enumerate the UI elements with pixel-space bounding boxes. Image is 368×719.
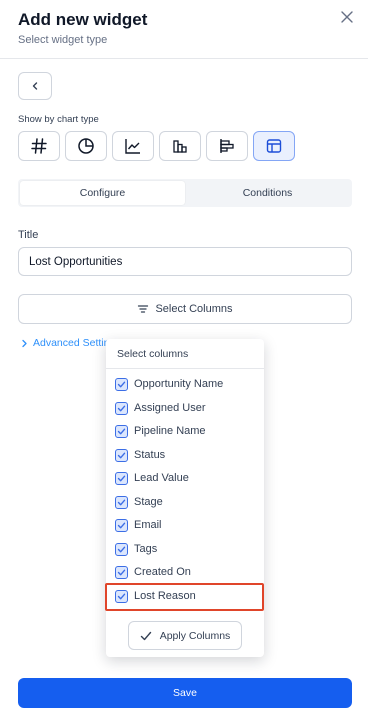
column-option-tags[interactable]: Tags [115, 539, 157, 559]
filter-lines-icon [138, 305, 149, 313]
column-option-pipeline-name[interactable]: Pipeline Name [115, 421, 206, 441]
chart-type-pie-button[interactable] [65, 131, 107, 161]
hash-icon [31, 138, 47, 154]
modal-header: Add new widget Select widget type [0, 0, 368, 59]
modal-subtitle: Select widget type [18, 34, 108, 46]
column-option-label: Pipeline Name [134, 425, 206, 437]
checkbox-checked-icon[interactable] [115, 518, 128, 532]
check-icon [140, 631, 151, 640]
title-input[interactable] [18, 247, 352, 276]
column-option-email[interactable]: Email [115, 515, 162, 535]
column-option-label: Created On [134, 566, 191, 578]
save-button[interactable]: Save [18, 678, 352, 708]
column-option-lead-value[interactable]: Lead Value [115, 468, 189, 488]
checkbox-checked-icon[interactable] [115, 542, 128, 556]
column-option-label: Opportunity Name [134, 378, 224, 390]
horizontal-bar-chart-icon [220, 139, 234, 153]
back-button[interactable] [18, 72, 52, 100]
bar-chart-icon [173, 140, 187, 153]
apply-columns-button[interactable]: Apply Columns [128, 621, 242, 650]
column-option-label: Status [134, 449, 166, 461]
tab-configure[interactable]: Configure [20, 181, 185, 205]
column-option-label: Stage [134, 496, 163, 508]
widget-tabs: Configure Conditions [18, 179, 352, 207]
checkbox-checked-icon[interactable] [115, 424, 128, 438]
chart-type-line-button[interactable] [112, 131, 154, 161]
checkbox-checked-icon[interactable] [115, 401, 128, 415]
select-columns-button[interactable]: Select Columns [18, 294, 352, 324]
dropdown-title: Select columns [117, 348, 189, 360]
line-chart-icon [125, 139, 140, 154]
chevron-left-icon [32, 82, 38, 90]
chart-type-label: Show by chart type [18, 114, 99, 125]
pie-chart-icon [78, 138, 94, 154]
column-option-label: Email [134, 519, 162, 531]
close-button[interactable] [338, 8, 356, 26]
dropdown-divider [106, 368, 264, 369]
close-icon [341, 11, 353, 23]
chart-type-horizontal-bar-button[interactable] [206, 131, 248, 161]
lost-reason-highlight [105, 583, 264, 611]
title-field-label: Title [18, 229, 39, 241]
checkbox-checked-icon[interactable] [115, 565, 128, 579]
checkbox-checked-icon[interactable] [115, 495, 128, 509]
column-option-label: Tags [134, 543, 158, 555]
chart-type-table-button[interactable] [253, 131, 295, 161]
tab-conditions[interactable]: Conditions [185, 181, 350, 205]
modal-title: Add new widget [18, 10, 148, 29]
column-option-created-on[interactable]: Created On [115, 562, 191, 582]
column-option-status[interactable]: Status [115, 445, 165, 465]
chevron-right-icon [22, 339, 27, 347]
column-option-label: Lead Value [134, 472, 189, 484]
chart-type-bar-button[interactable] [159, 131, 201, 161]
chart-type-number-button[interactable] [18, 131, 60, 161]
column-option-stage[interactable]: Stage [115, 492, 163, 512]
column-option-label: Assigned User [134, 402, 206, 414]
checkbox-checked-icon[interactable] [115, 448, 128, 462]
table-icon [266, 139, 282, 153]
column-option-assigned-user[interactable]: Assigned User [115, 398, 206, 418]
apply-columns-label: Apply Columns [159, 629, 231, 642]
select-columns-label: Select Columns [155, 303, 233, 315]
checkbox-checked-icon[interactable] [115, 471, 128, 485]
column-option-opportunity-name[interactable]: Opportunity Name [115, 374, 223, 394]
checkbox-checked-icon[interactable] [115, 377, 128, 391]
